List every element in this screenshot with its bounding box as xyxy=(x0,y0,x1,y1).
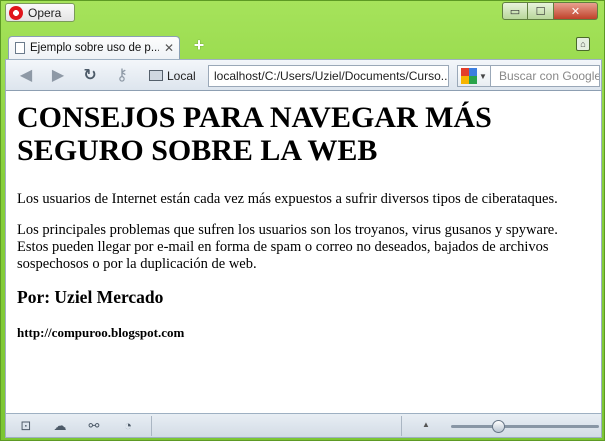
panel-toggle-icon[interactable]: ⊡ xyxy=(18,419,34,433)
tab-close-icon[interactable]: ✕ xyxy=(164,41,179,55)
zoom-slider[interactable] xyxy=(451,420,599,433)
divider xyxy=(151,416,152,436)
opera-menu-button[interactable]: Opera xyxy=(5,3,75,22)
opera-menu-label: Opera xyxy=(28,5,62,20)
page-content: CONSEJOS PARA NAVEGAR MÁS SEGURO SOBRE L… xyxy=(5,91,602,413)
zoom-up-icon[interactable]: ▲ xyxy=(422,420,430,429)
maximize-button[interactable]: ☐ xyxy=(528,2,554,20)
blog-link-text: http://compuroo.blogspot.com xyxy=(17,325,185,340)
close-window-button[interactable]: ✕ xyxy=(554,2,598,20)
browser-window: Opera ▭ ☐ ✕ Ejemplo sobre uso de p... ✕ … xyxy=(0,0,605,441)
key-icon[interactable]: ⚷ xyxy=(112,66,132,86)
opera-logo-icon xyxy=(9,5,23,20)
back-arrow-icon[interactable]: ◀ xyxy=(16,66,36,86)
minimize-icon: ▭ xyxy=(509,5,521,18)
minimize-button[interactable]: ▭ xyxy=(502,2,528,20)
status-bar: ⊡ ☁ ⚯ ◔ ▲ xyxy=(5,413,602,438)
forward-arrow-icon[interactable]: ▶ xyxy=(48,66,68,86)
problems-paragraph: Los principales problemas que sufren los… xyxy=(17,222,558,272)
close-icon: ✕ xyxy=(570,5,581,18)
trash-icon[interactable]: ⌂ xyxy=(576,37,590,51)
security-badge[interactable]: Local xyxy=(146,65,199,86)
divider xyxy=(401,416,402,436)
new-tab-button[interactable]: + xyxy=(191,36,207,54)
page-heading: CONSEJOS PARA NAVEGAR MÁS SEGURO SOBRE L… xyxy=(17,101,492,167)
address-bar[interactable]: localhost/C:/Users/Uziel/Documents/Curso… xyxy=(208,65,449,87)
zoom-slider-thumb[interactable] xyxy=(491,420,505,433)
chevron-down-icon: ▼ xyxy=(479,71,487,81)
reload-icon[interactable]: ↻ xyxy=(80,66,100,86)
security-label: Local xyxy=(167,68,196,83)
search-engine-selector[interactable]: ▼ xyxy=(457,65,490,87)
tab-title: Ejemplo sobre uso de p... xyxy=(30,42,159,54)
share-icon[interactable]: ⚯ xyxy=(86,419,102,433)
maximize-icon: ☐ xyxy=(535,5,546,18)
google-icon xyxy=(461,68,477,84)
tab-active[interactable]: Ejemplo sobre uso de p... ✕ xyxy=(8,36,180,59)
window-controls: ▭ ☐ ✕ xyxy=(502,2,598,20)
speedometer-icon[interactable]: ◔ xyxy=(120,419,136,433)
search-input[interactable]: Buscar con Google xyxy=(490,65,600,87)
cloud-icon[interactable]: ☁ xyxy=(52,419,68,433)
intro-paragraph: Los usuarios de Internet están cada vez … xyxy=(17,191,558,207)
document-icon xyxy=(15,42,25,54)
computer-icon xyxy=(149,70,163,81)
author-heading: Por: Uziel Mercado xyxy=(17,287,164,307)
navigation-bar: ◀ ▶ ↻ ⚷ Local localhost/C:/Users/Uziel/D… xyxy=(5,59,602,91)
